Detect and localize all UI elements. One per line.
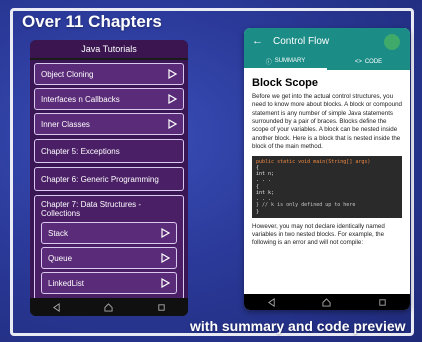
home-icon[interactable]	[104, 302, 114, 312]
section-heading: Block Scope	[252, 77, 319, 89]
content: Block Scope Before we get into the actua…	[244, 70, 410, 256]
footline: with summary and code preview	[190, 318, 406, 334]
headline: Over 11 Chapters	[22, 12, 162, 31]
phone-left: Java Tutorials Object Cloning Interfaces…	[30, 40, 188, 316]
tabs: ⓘ SUMMARY <> CODE	[244, 54, 410, 70]
arrow-left-icon[interactable]: ←	[252, 35, 263, 47]
list-item-label: LinkedList	[48, 278, 85, 288]
list-item-inner-classes[interactable]: Inner Classes	[34, 113, 184, 135]
chapter-exceptions[interactable]: Chapter 5: Exceptions	[34, 139, 184, 163]
info-icon: ⓘ	[265, 59, 272, 66]
toolbar-title: Control Flow	[273, 35, 330, 47]
square-recent-icon[interactable]	[157, 303, 166, 312]
android-nav-bar	[244, 294, 410, 310]
tab-label: SUMMARY	[274, 58, 306, 64]
list-item-label: Queue	[48, 253, 73, 263]
share-icon[interactable]	[384, 34, 400, 50]
list-item-stack[interactable]: Stack	[41, 222, 177, 244]
code-icon: <>	[354, 59, 362, 65]
list-item-label: Interfaces n Callbacks	[41, 94, 120, 104]
list-item-object-cloning[interactable]: Object Cloning	[34, 63, 184, 85]
play-arrow-icon	[161, 278, 170, 288]
triangle-back-icon[interactable]	[52, 302, 61, 312]
square-recent-icon[interactable]	[378, 298, 387, 307]
home-icon[interactable]	[322, 297, 332, 307]
list-item-label: Stack	[48, 228, 69, 238]
chapter-data-structures: Chapter 7: Data Structures - Collections…	[34, 195, 184, 298]
tab-summary[interactable]: ⓘ SUMMARY	[244, 54, 327, 70]
list-item-label: Inner Classes	[41, 119, 90, 129]
chapter-label[interactable]: Chapter 7: Data Structures - Collections	[41, 200, 177, 218]
play-arrow-icon	[168, 69, 177, 79]
play-arrow-icon	[161, 228, 170, 238]
tutorial-list[interactable]: Object Cloning Interfaces n Callbacks In…	[30, 60, 188, 298]
chapter-label: Chapter 5: Exceptions	[41, 146, 120, 156]
android-nav-bar	[30, 298, 188, 316]
tab-label: CODE	[364, 59, 383, 65]
triangle-back-icon[interactable]	[267, 297, 276, 307]
paragraph: Before we get into the actual control st…	[252, 93, 402, 151]
list-item-label: Object Cloning	[41, 69, 94, 79]
chapter-label: Chapter 6: Generic Programming	[41, 174, 159, 184]
list-item-interfaces[interactable]: Interfaces n Callbacks	[34, 88, 184, 110]
paragraph: However, you may not declare identically…	[252, 222, 385, 247]
play-arrow-icon	[161, 253, 170, 263]
toolbar: ← Control Flow	[244, 28, 410, 54]
list-item-linkedlist[interactable]: LinkedList	[41, 272, 177, 294]
play-arrow-icon	[168, 119, 177, 129]
play-arrow-icon	[168, 94, 177, 104]
app-title: Java Tutorials	[30, 40, 188, 58]
phone-right: ← Control Flow ⓘ SUMMARY <> CODE Block S…	[244, 28, 410, 310]
code-block: public static void main(String[] args) {…	[252, 155, 402, 218]
chapter-generic-programming[interactable]: Chapter 6: Generic Programming	[34, 167, 184, 191]
tab-code[interactable]: <> CODE	[327, 54, 410, 70]
code-line: }	[256, 208, 260, 215]
list-item-queue[interactable]: Queue	[41, 247, 177, 269]
